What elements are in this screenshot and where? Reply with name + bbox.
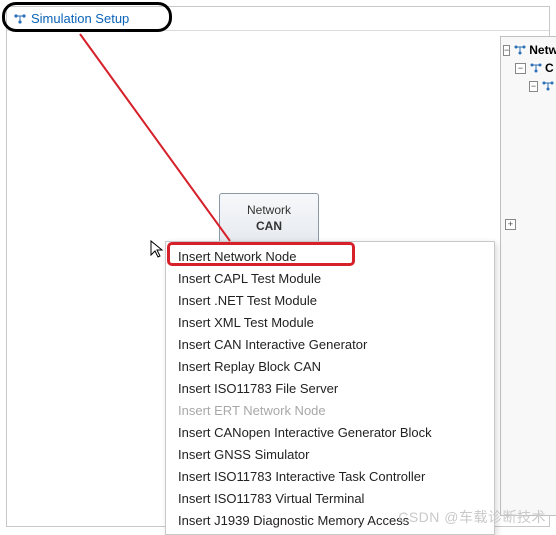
tree-expand-more[interactable]: + — [501, 215, 556, 233]
menu-insert-network-node[interactable]: Insert Network Node — [168, 245, 492, 267]
network-icon — [513, 44, 527, 56]
menu-insert-canopen-interactive-generator-block[interactable]: Insert CANopen Interactive Generator Blo… — [168, 421, 492, 443]
context-menu: Insert Network Node Insert CAPL Test Mod… — [165, 241, 495, 535]
network-block-title: Network — [247, 203, 291, 217]
menu-insert-iso11783-file-server[interactable]: Insert ISO11783 File Server — [168, 377, 492, 399]
menu-insert-xml-test-module[interactable]: Insert XML Test Module — [168, 311, 492, 333]
tree-panel: − Netw − C − — [500, 36, 556, 516]
title-bar: Simulation Setup — [7, 7, 549, 31]
menu-insert-ert-network-node: Insert ERT Network Node — [168, 399, 492, 421]
menu-insert-net-test-module[interactable]: Insert .NET Test Module — [168, 289, 492, 311]
network-block-type: CAN — [256, 219, 282, 233]
menu-insert-gnss-simulator[interactable]: Insert GNSS Simulator — [168, 443, 492, 465]
menu-insert-replay-block-can[interactable]: Insert Replay Block CAN — [168, 355, 492, 377]
menu-insert-iso11783-interactive-task-controller[interactable]: Insert ISO11783 Interactive Task Control… — [168, 465, 492, 487]
menu-insert-capl-test-module[interactable]: Insert CAPL Test Module — [168, 267, 492, 289]
tree-toggle-child[interactable]: − — [515, 63, 526, 74]
window-title: Simulation Setup — [31, 11, 129, 26]
tree-child-1[interactable]: − C — [501, 59, 556, 77]
network-icon — [529, 62, 543, 74]
menu-insert-iso11783-virtual-terminal[interactable]: Insert ISO11783 Virtual Terminal — [168, 487, 492, 509]
simulation-setup-icon — [13, 12, 27, 26]
cursor-icon — [150, 240, 166, 260]
tree-child-label: C — [545, 61, 554, 75]
watermark: CSDN @车载诊断技术 — [398, 507, 546, 527]
tree-toggle-root[interactable]: − — [503, 45, 510, 56]
tree-toggle-leaf[interactable]: − — [529, 81, 538, 92]
menu-insert-can-interactive-generator[interactable]: Insert CAN Interactive Generator — [168, 333, 492, 355]
network-block[interactable]: Network CAN — [219, 193, 319, 243]
tree-child-2[interactable]: − — [501, 77, 556, 95]
tree-root[interactable]: − Netw — [501, 41, 556, 59]
tree-root-label: Netw — [529, 43, 556, 57]
tree-toggle-plus[interactable]: + — [505, 219, 516, 230]
network-icon — [541, 80, 555, 92]
